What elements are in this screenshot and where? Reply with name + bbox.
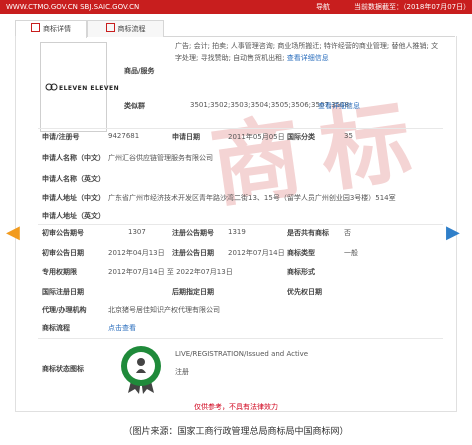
prev-arrow-icon[interactable]: ◀	[6, 222, 20, 243]
next-arrow-icon[interactable]: ▶	[446, 222, 460, 243]
shared-label: 是否共有商标	[287, 229, 329, 237]
prelim-no-value: 1307	[128, 228, 146, 236]
tab-label: 商标流程	[117, 25, 146, 33]
document-icon	[31, 23, 40, 32]
reg-pub-no-value: 1319	[228, 228, 246, 236]
registered-badge-icon	[118, 345, 164, 399]
goods-value: 广告; 会计; 拍卖; 人事管理咨询; 商业场所搬迁; 特许经营的商业管理; 替…	[175, 40, 445, 64]
later-date-label: 后期指定日期	[172, 288, 214, 296]
image-caption: （图片来源：国家工商行政管理总局商标局中国商标网）	[123, 427, 349, 437]
applicant-cn-label: 申请人名称（中文）	[42, 154, 105, 162]
apply-date-label: 申请日期	[172, 133, 200, 141]
prelim-date-label: 初审公告日期	[42, 249, 84, 257]
status-value-en: LIVE/REGISTRATION/Issued and Active	[175, 350, 309, 358]
tab-trademark-process[interactable]: 商标流程	[87, 20, 164, 37]
similar-more-link[interactable]: 查看详细信息	[318, 101, 360, 111]
nav-link[interactable]: 导航	[316, 0, 330, 14]
type-label: 商标类型	[287, 249, 315, 257]
top-banner: WWW.CTMO.GOV.CN SBJ.SAIC.GOV.CN 导航 当前数据截…	[0, 0, 472, 14]
form-label: 商标形式	[287, 268, 315, 276]
similar-label: 类似群	[124, 102, 145, 110]
goods-more-link[interactable]: 查看详细信息	[287, 54, 329, 62]
data-date-notice: 当前数据截至：（2018年07月07日）	[354, 3, 471, 11]
intl-class-value: 35	[344, 132, 353, 140]
reg-no-value: 9427681	[108, 132, 140, 140]
process-label: 商标流程	[42, 324, 70, 332]
address-cn-value: 广东省广州市经济技术开发区青年路沙湾二街13、15号（留学人员广州创业园3号楼）…	[108, 194, 396, 202]
site-url: WWW.CTMO.GOV.CN SBJ.SAIC.GOV.CN	[6, 3, 140, 11]
process-view-link[interactable]: 点击查看	[108, 323, 136, 333]
exclusive-label: 专用权期限	[42, 268, 77, 276]
exclusive-value: 2012年07月14日 至 2022年07月13日	[108, 268, 233, 276]
divider	[38, 224, 443, 225]
reg-no-label: 申请/注册号	[42, 133, 80, 141]
tab-label: 商标详情	[43, 25, 71, 33]
type-value: 一般	[344, 249, 358, 257]
shared-value: 否	[344, 229, 351, 237]
tab-bar: 商标详情 商标流程	[15, 20, 455, 38]
applicant-en-label: 申请人名称（英文）	[42, 175, 105, 183]
apply-date-value: 2011年05月05日	[228, 133, 285, 141]
applicant-cn-value: 广州汇谷供应链管理服务有限公司	[108, 154, 213, 162]
address-cn-label: 申请人地址（中文）	[42, 194, 105, 202]
prelim-date-value: 2012年04月13日	[108, 249, 165, 257]
address-en-label: 申请人地址（英文）	[42, 212, 105, 220]
divider	[38, 128, 443, 129]
intl-reg-date-label: 国际注册日期	[42, 288, 84, 296]
agent-label: 代理/办理机构	[42, 306, 87, 314]
priority-label: 优先权日期	[287, 288, 322, 296]
goods-label: 商品/服务	[124, 67, 155, 75]
document-icon	[105, 23, 115, 32]
trademark-logo-text: ELEVEN ELEVEN	[59, 85, 120, 92]
intl-class-label: 国际分类	[287, 133, 315, 141]
reg-pub-date-label: 注册公告日期	[172, 249, 214, 257]
disclaimer-text: 仅供参考，不具有法律效力	[194, 403, 278, 411]
agent-value: 北京猪号居佳知识产权代理有限公司	[108, 306, 220, 314]
reg-pub-no-label: 注册公告期号	[172, 229, 214, 237]
prelim-no-label: 初审公告期号	[42, 229, 84, 237]
reg-pub-date-value: 2012年07月14日	[228, 249, 285, 257]
trademark-image: ELEVEN ELEVEN	[40, 42, 119, 132]
status-value-cn: 注册	[175, 368, 189, 376]
divider	[38, 338, 443, 339]
status-label: 商标状态图标	[42, 365, 84, 373]
